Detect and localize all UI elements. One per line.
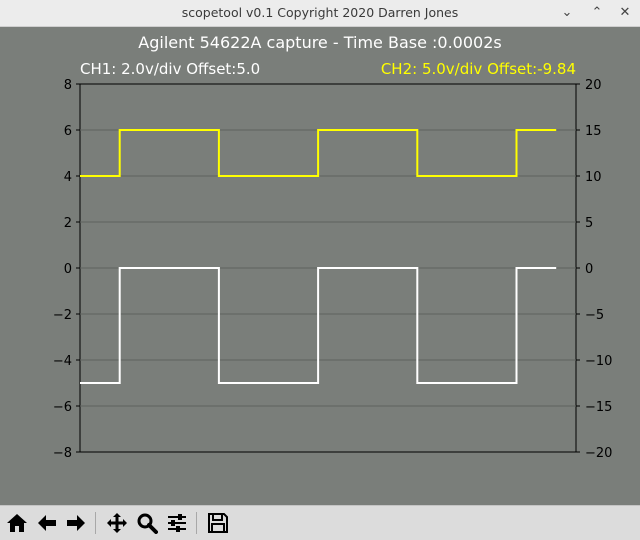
window-titlebar: scopetool v0.1 Copyright 2020 Darren Jon…	[0, 0, 640, 27]
close-button[interactable]: ✕	[616, 4, 634, 22]
forward-button[interactable]	[63, 510, 89, 536]
pan-move-icon	[107, 513, 127, 533]
ch1-label: CH1: 2.0v/div Offset:5.0	[80, 60, 260, 78]
left-tick-label: −8	[53, 446, 72, 461]
home-icon	[7, 514, 27, 532]
right-tick-label: −20	[585, 446, 612, 461]
toolbar-separator	[95, 512, 96, 534]
configure-subplots-icon	[168, 514, 186, 532]
pan-button[interactable]	[104, 510, 130, 536]
navigation-toolbar	[0, 505, 640, 540]
save-floppy-icon	[208, 513, 228, 533]
series-layer	[80, 129, 557, 384]
right-tick-label: 20	[585, 78, 602, 93]
left-tick-label: 0	[64, 262, 72, 277]
ch2-trace	[80, 129, 557, 177]
left-tick-label: 4	[64, 170, 72, 185]
right-tick-label: 10	[585, 170, 602, 185]
scope-chart: 8 20 6 15 4 10 2 5 0 0 −2 −5 −4 −10 −6 −15 −8 −20 Agilent…	[53, 33, 613, 461]
back-arrow-icon	[38, 515, 56, 531]
right-tick-label: −15	[585, 400, 612, 415]
window-title: scopetool v0.1 Copyright 2020 Darren Jon…	[181, 5, 459, 20]
back-button[interactable]	[34, 510, 60, 536]
minimize-button[interactable]: ⌄	[558, 4, 576, 22]
right-tick-label: 15	[585, 124, 602, 139]
left-tick-label: −2	[53, 308, 72, 323]
right-tick-label: −10	[585, 354, 612, 369]
left-tick-label: 6	[64, 124, 72, 139]
maximize-button[interactable]: ⌃	[588, 4, 606, 22]
ch1-trace	[80, 267, 557, 384]
tick-layer: 8 20 6 15 4 10 2 5 0 0 −2 −5 −4 −10 −6 −15 −8 −20	[53, 78, 613, 461]
left-tick-label: −6	[53, 400, 72, 415]
left-tick-label: 8	[64, 78, 72, 93]
home-button[interactable]	[4, 510, 30, 536]
right-tick-label: 0	[585, 262, 593, 277]
zoom-magnifier-icon	[137, 513, 158, 534]
right-tick-label: −5	[585, 308, 604, 323]
left-tick-label: 2	[64, 216, 72, 231]
forward-arrow-icon	[67, 515, 85, 531]
save-button[interactable]	[205, 510, 231, 536]
toolbar-separator	[196, 512, 197, 534]
plot-canvas[interactable]: 8 20 6 15 4 10 2 5 0 0 −2 −5 −4 −10 −6 −15 −8 −20 Agilent…	[0, 27, 640, 505]
zoom-button[interactable]	[134, 510, 160, 536]
right-tick-label: 5	[585, 216, 593, 231]
configure-subplots-button[interactable]	[164, 510, 190, 536]
left-tick-label: −4	[53, 354, 72, 369]
ch2-label: CH2: 5.0v/div Offset:-9.84	[381, 60, 576, 78]
chart-title: Agilent 54622A capture - Time Base :0.00…	[138, 33, 501, 52]
